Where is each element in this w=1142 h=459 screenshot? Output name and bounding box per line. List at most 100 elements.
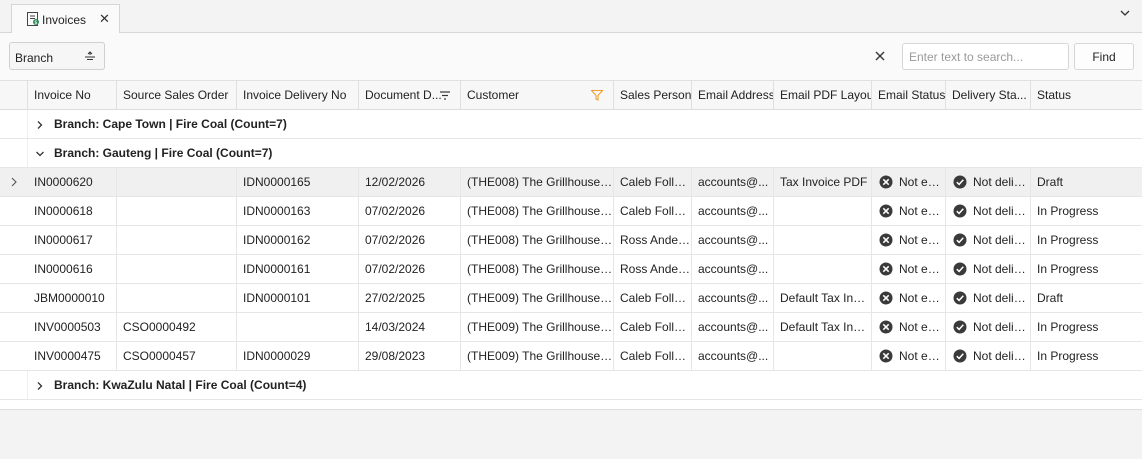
- cell-invoice-no[interactable]: INV0000475: [28, 342, 117, 370]
- cell-email-status[interactable]: Not emailed: [872, 197, 946, 225]
- cell-email-address[interactable]: accounts@...: [692, 284, 774, 312]
- cell-delivery-status[interactable]: Not delivered: [946, 342, 1031, 370]
- cell-delivery-status[interactable]: Not delivered: [946, 255, 1031, 283]
- filter-icon[interactable]: [591, 90, 603, 101]
- column-header-source-sales-order[interactable]: Source Sales Order: [117, 81, 237, 109]
- cell-document-date[interactable]: 29/08/2023: [359, 342, 461, 370]
- sort-ascending-icon[interactable]: [84, 51, 96, 62]
- cell-email-address[interactable]: accounts@...: [692, 313, 774, 341]
- table-row[interactable]: IN0000617 IDN0000162 07/02/2026 (THE008) Th…: [0, 226, 1142, 255]
- cell-email-pdf-layout[interactable]: [774, 342, 872, 370]
- cell-sales-person[interactable]: Caleb Followill: [614, 168, 692, 196]
- cell-email-pdf-layout[interactable]: [774, 197, 872, 225]
- search-clear-icon[interactable]: [872, 48, 888, 64]
- cell-email-address[interactable]: accounts@...: [692, 226, 774, 254]
- cell-document-date[interactable]: 27/02/2025: [359, 284, 461, 312]
- cell-source-sales-order[interactable]: [117, 255, 237, 283]
- cell-status[interactable]: In Progress: [1031, 226, 1142, 254]
- cell-source-sales-order[interactable]: [117, 226, 237, 254]
- cell-customer[interactable]: (THE008) The Grillhouse Sandton: [461, 226, 614, 254]
- group-by-branch-chip[interactable]: Branch: [9, 42, 105, 70]
- table-row[interactable]: JBM0000010 IDN0000101 27/02/2025 (THE009) T…: [0, 284, 1142, 313]
- cell-source-sales-order[interactable]: CSO0000457: [117, 342, 237, 370]
- cell-delivery-status[interactable]: Not delivered: [946, 226, 1031, 254]
- cell-customer[interactable]: (THE008) The Grillhouse Sandton: [461, 197, 614, 225]
- cell-source-sales-order[interactable]: CSO0000492: [117, 313, 237, 341]
- cell-email-pdf-layout[interactable]: [774, 226, 872, 254]
- cell-invoice-no[interactable]: IN0000617: [28, 226, 117, 254]
- column-header-customer[interactable]: Customer: [461, 81, 614, 109]
- cell-sales-person[interactable]: Ross Anderson: [614, 226, 692, 254]
- cell-customer[interactable]: (THE008) The Grillhouse Sandton: [461, 255, 614, 283]
- group-row[interactable]: Branch: Cape Town | Fire Coal (Count=7): [0, 110, 1142, 139]
- cell-email-pdf-layout[interactable]: Default Tax Invoice: [774, 313, 872, 341]
- cell-invoice-delivery-no[interactable]: [237, 313, 359, 341]
- column-header-invoice-no[interactable]: Invoice No: [28, 81, 117, 109]
- cell-document-date[interactable]: 07/02/2026: [359, 197, 461, 225]
- cell-email-address[interactable]: accounts@...: [692, 168, 774, 196]
- chevron-right-icon[interactable]: [35, 120, 45, 130]
- tab-invoices[interactable]: $ Invoices ✕: [11, 4, 120, 34]
- cell-email-pdf-layout[interactable]: [774, 255, 872, 283]
- column-header-delivery-status[interactable]: Delivery Sta...: [946, 81, 1031, 109]
- chevron-down-icon[interactable]: [1118, 6, 1132, 20]
- cell-invoice-no[interactable]: IN0000618: [28, 197, 117, 225]
- cell-status[interactable]: Draft: [1031, 284, 1142, 312]
- cell-sales-person[interactable]: Caleb Followill: [614, 284, 692, 312]
- cell-customer[interactable]: (THE009) The Grillhouse Mall: [461, 313, 614, 341]
- cell-delivery-status[interactable]: Not delivered: [946, 197, 1031, 225]
- search-input[interactable]: [902, 43, 1069, 70]
- cell-status[interactable]: In Progress: [1031, 342, 1142, 370]
- cell-invoice-no[interactable]: IN0000616: [28, 255, 117, 283]
- cell-email-status[interactable]: Not emailed: [872, 255, 946, 283]
- column-header-email-pdf-layout[interactable]: Email PDF Layout: [774, 81, 872, 109]
- cell-invoice-delivery-no[interactable]: IDN0000029: [237, 342, 359, 370]
- table-row[interactable]: IN0000620 IDN0000165 12/02/2026 (THE008) Th…: [0, 168, 1142, 197]
- cell-sales-person[interactable]: Caleb Followill: [614, 197, 692, 225]
- cell-email-status[interactable]: Not emailed: [872, 313, 946, 341]
- table-row[interactable]: IN0000618 IDN0000163 07/02/2026 (THE008) Th…: [0, 197, 1142, 226]
- cell-invoice-delivery-no[interactable]: IDN0000163: [237, 197, 359, 225]
- cell-delivery-status[interactable]: Not delivered: [946, 284, 1031, 312]
- column-header-invoice-delivery-no[interactable]: Invoice Delivery No: [237, 81, 359, 109]
- cell-sales-person[interactable]: Caleb Followill: [614, 342, 692, 370]
- cell-email-status[interactable]: Not emailed: [872, 284, 946, 312]
- find-button[interactable]: Find: [1074, 43, 1134, 70]
- column-header-email-address[interactable]: Email Address: [692, 81, 774, 109]
- cell-status[interactable]: In Progress: [1031, 313, 1142, 341]
- cell-document-date[interactable]: 12/02/2026: [359, 168, 461, 196]
- cell-invoice-delivery-no[interactable]: IDN0000162: [237, 226, 359, 254]
- cell-email-address[interactable]: accounts@...: [692, 255, 774, 283]
- cell-delivery-status[interactable]: Not delivered: [946, 168, 1031, 196]
- cell-status[interactable]: In Progress: [1031, 197, 1142, 225]
- cell-document-date[interactable]: 07/02/2026: [359, 226, 461, 254]
- cell-source-sales-order[interactable]: [117, 284, 237, 312]
- chevron-right-icon[interactable]: [35, 381, 45, 391]
- chevron-down-icon[interactable]: [35, 149, 45, 159]
- group-row[interactable]: Branch: KwaZulu Natal | Fire Coal (Count…: [0, 371, 1142, 400]
- cell-invoice-delivery-no[interactable]: IDN0000161: [237, 255, 359, 283]
- close-icon[interactable]: ✕: [99, 11, 110, 27]
- cell-invoice-delivery-no[interactable]: IDN0000165: [237, 168, 359, 196]
- column-header-document-date[interactable]: Document D...: [359, 81, 461, 109]
- cell-document-date[interactable]: 07/02/2026: [359, 255, 461, 283]
- table-row[interactable]: INV0000475 CSO0000457 IDN0000029 29/08/2023…: [0, 342, 1142, 371]
- cell-email-address[interactable]: accounts@...: [692, 197, 774, 225]
- column-header-status[interactable]: Status: [1031, 81, 1142, 109]
- cell-email-status[interactable]: Not emailed: [872, 342, 946, 370]
- cell-invoice-no[interactable]: JBM0000010: [28, 284, 117, 312]
- cell-customer[interactable]: (THE009) The Grillhouse Mall: [461, 342, 614, 370]
- cell-document-date[interactable]: 14/03/2024: [359, 313, 461, 341]
- column-header-sales-person[interactable]: Sales Person: [614, 81, 692, 109]
- cell-customer[interactable]: (THE008) The Grillhouse Sandton: [461, 168, 614, 196]
- cell-sales-person[interactable]: Ross Anderson: [614, 255, 692, 283]
- cell-email-pdf-layout[interactable]: Tax Invoice PDF: [774, 168, 872, 196]
- cell-customer[interactable]: (THE009) The Grillhouse Mall: [461, 284, 614, 312]
- sort-descending-icon[interactable]: [439, 90, 451, 101]
- cell-email-address[interactable]: accounts@...: [692, 342, 774, 370]
- cell-delivery-status[interactable]: Not delivered: [946, 313, 1031, 341]
- cell-email-status[interactable]: Not emailed: [872, 168, 946, 196]
- group-row[interactable]: Branch: Gauteng | Fire Coal (Count=7): [0, 139, 1142, 168]
- cell-source-sales-order[interactable]: [117, 168, 237, 196]
- cell-source-sales-order[interactable]: [117, 197, 237, 225]
